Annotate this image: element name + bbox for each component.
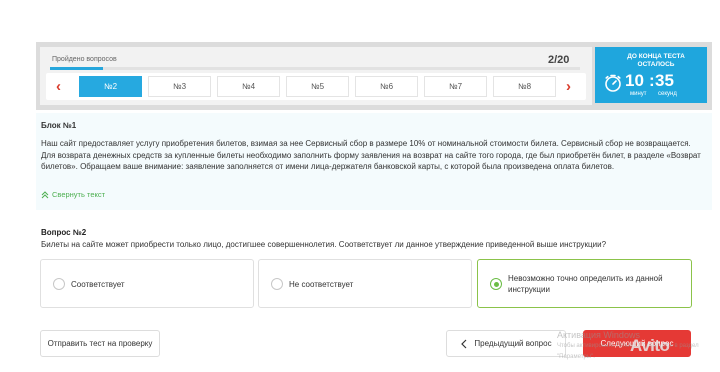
progress-bar-fill <box>50 67 103 70</box>
question-nav-item-3[interactable]: №3 <box>148 76 211 97</box>
timer-colon: : <box>649 71 655 90</box>
answer-option-1[interactable]: Соответствует <box>40 259 254 308</box>
next-question-button[interactable]: Следующий вопрос <box>583 330 691 357</box>
block-title: Блок №1 <box>41 121 77 130</box>
stopwatch-icon <box>605 74 621 92</box>
timer-seconds: 35 <box>655 71 674 90</box>
question-nav-item-8[interactable]: №8 <box>493 76 556 97</box>
question-title: Вопрос №2 <box>41 228 87 237</box>
answer-label: Не соответствует <box>289 280 354 289</box>
progress-label: Пройдено вопросов <box>52 56 117 63</box>
answer-option-3[interactable]: Невозможно точно определить из данной ин… <box>477 259 692 308</box>
countdown-timer: ДО КОНЦА ТЕСТА ОСТАЛОСЬ 10 : 35 минут се… <box>595 47 707 103</box>
question-nav-item-2[interactable]: №2 <box>79 76 142 97</box>
double-chevron-up-icon <box>41 190 49 198</box>
answer-label: Невозможно точно определить из данной ин… <box>508 274 663 294</box>
prev-question-arrow-icon[interactable]: ‹ <box>56 78 61 95</box>
question-nav-item-7[interactable]: №7 <box>424 76 487 97</box>
radio-button[interactable] <box>53 278 65 290</box>
prev-question-button[interactable]: Предыдущий вопрос <box>446 330 566 357</box>
collapse-text-label: Свернуть текст <box>52 190 106 199</box>
timer-seconds-label: секунд <box>658 91 677 97</box>
timer-title: ДО КОНЦА ТЕСТА ОСТАЛОСЬ <box>627 53 685 68</box>
question-nav-item-6[interactable]: №6 <box>355 76 418 97</box>
block-text: Наш сайт предоставляет услугу приобретен… <box>41 139 701 171</box>
progress-bar <box>50 67 580 70</box>
progress-count: 2/20 <box>548 54 570 66</box>
chevron-left-icon <box>461 339 467 348</box>
submit-test-button[interactable]: Отправить тест на проверку <box>40 330 160 357</box>
answer-label: Соответствует <box>71 280 125 289</box>
radio-button-selected[interactable] <box>490 278 502 290</box>
next-question-arrow-icon[interactable]: › <box>566 78 571 95</box>
timer-minutes: 10 <box>625 71 644 90</box>
timer-minutes-label: минут <box>630 91 647 97</box>
question-text: Билеты на сайте может приобрести только … <box>41 240 607 249</box>
answer-option-2[interactable]: Не соответствует <box>258 259 472 308</box>
question-nav-item-4[interactable]: №4 <box>217 76 280 97</box>
radio-button[interactable] <box>271 278 283 290</box>
collapse-text-link[interactable]: Свернуть текст <box>41 190 105 199</box>
prev-question-label: Предыдущий вопрос <box>474 339 552 348</box>
question-nav-item-5[interactable]: №5 <box>286 76 349 97</box>
